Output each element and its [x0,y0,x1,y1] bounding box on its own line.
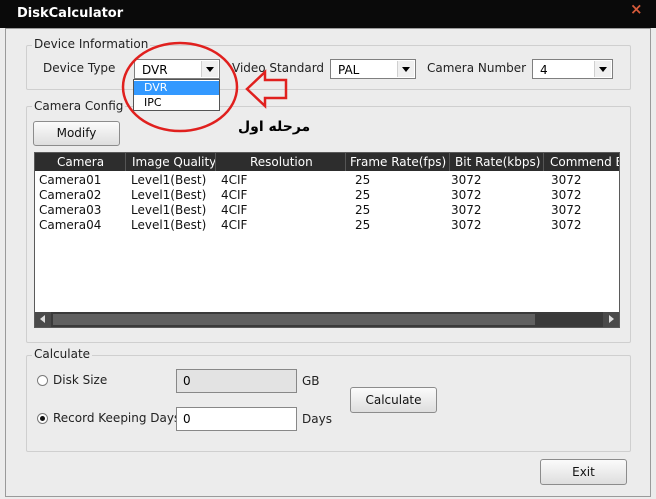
cell-commend-bitrate: 3072 [551,203,582,217]
title-bar: DiskCalculator × [0,0,656,28]
cell-camera: Camera02 [39,188,102,202]
cell-resolution: 4CIF [221,218,248,232]
cell-resolution: 4CIF [221,188,248,202]
annotation-text: مرحله اول [238,119,311,135]
record-keeping-days-field[interactable]: 0 [176,407,297,431]
camera-config-legend: Camera Config [32,99,126,113]
cell-bit-rate: 3072 [451,203,482,217]
table-row[interactable]: Camera03 Level1(Best) 4CIF 25 3072 3072 [35,203,619,218]
device-type-select[interactable]: DVR [134,59,220,79]
camera-number-select[interactable]: 4 [532,59,613,79]
column-header-frame-rate[interactable]: Frame Rate(fps) [350,155,446,169]
column-header-camera[interactable]: Camera [57,155,104,169]
cell-resolution: 4CIF [221,173,248,187]
cell-commend-bitrate: 3072 [551,173,582,187]
calculate-legend: Calculate [32,347,93,361]
disk-calculator-window: DiskCalculator × Device Information Devi… [0,0,656,499]
disk-size-radio[interactable] [37,375,48,386]
close-icon[interactable]: × [630,0,643,18]
cell-frame-rate: 25 [355,173,371,187]
cell-image-quality: Level1(Best) [131,173,207,187]
video-standard-label: Video Standard [232,61,325,75]
scroll-left-icon[interactable] [35,312,51,327]
cell-commend-bitrate: 3072 [551,188,582,202]
chevron-down-icon[interactable] [594,61,611,77]
exit-button[interactable]: Exit [540,459,627,485]
device-type-option-dvr[interactable]: DVR [134,81,219,95]
video-standard-value: PAL [338,63,360,77]
camera-number-value: 4 [540,63,548,77]
disk-size-unit: GB [302,374,320,388]
calculate-button[interactable]: Calculate [350,387,437,413]
table-row[interactable]: Camera04 Level1(Best) 4CIF 25 3072 3072 [35,218,619,233]
camera-number-label: Camera Number [427,61,527,75]
cell-camera: Camera03 [39,203,102,217]
cell-bit-rate: 3072 [451,188,482,202]
device-type-label: Device Type [43,61,116,75]
column-header-bit-rate[interactable]: Bit Rate(kbps) [455,155,540,169]
cell-camera: Camera04 [39,218,102,232]
window-title: DiskCalculator [17,6,124,21]
camera-list[interactable]: Camera Image Quality Resolution Frame Ra… [34,152,620,328]
disk-size-field[interactable]: 0 [176,369,297,393]
chevron-down-icon[interactable] [397,61,414,77]
device-type-dropdown-list[interactable]: DVR IPC [133,79,220,111]
cell-frame-rate: 25 [355,188,371,202]
device-information-legend: Device Information [32,37,151,51]
column-divider [345,153,346,171]
modify-button[interactable]: Modify [33,121,120,146]
table-row[interactable]: Camera02 Level1(Best) 4CIF 25 3072 3072 [35,188,619,203]
device-type-value: DVR [142,63,168,77]
cell-image-quality: Level1(Best) [131,218,207,232]
column-header-image-quality[interactable]: Image Quality [132,155,216,169]
scroll-right-icon[interactable] [603,312,619,327]
column-header-resolution[interactable]: Resolution [250,155,313,169]
record-keeping-days-label: Record Keeping Days [53,411,181,425]
horizontal-scrollbar[interactable] [35,312,619,327]
column-divider [449,153,450,171]
disk-size-label: Disk Size [53,373,108,387]
cell-bit-rate: 3072 [451,173,482,187]
scrollbar-thumb[interactable] [53,314,535,325]
table-row[interactable]: Camera01 Level1(Best) 4CIF 25 3072 3072 [35,173,619,188]
cell-frame-rate: 25 [355,203,371,217]
video-standard-select[interactable]: PAL [330,59,416,79]
camera-list-header: Camera Image Quality Resolution Frame Ra… [35,153,619,171]
cell-commend-bitrate: 3072 [551,218,582,232]
device-type-option-ipc[interactable]: IPC [134,96,219,110]
cell-bit-rate: 3072 [451,218,482,232]
calculate-group [26,355,631,452]
column-divider [543,153,544,171]
column-divider [125,153,126,171]
cell-resolution: 4CIF [221,203,248,217]
column-header-commend-bitrate[interactable]: Commend B [550,155,619,169]
cell-image-quality: Level1(Best) [131,188,207,202]
cell-frame-rate: 25 [355,218,371,232]
cell-image-quality: Level1(Best) [131,203,207,217]
chevron-down-icon[interactable] [201,61,218,77]
column-divider [215,153,216,171]
cell-camera: Camera01 [39,173,102,187]
record-keeping-days-unit: Days [302,412,332,426]
record-keeping-days-radio[interactable] [37,413,48,424]
